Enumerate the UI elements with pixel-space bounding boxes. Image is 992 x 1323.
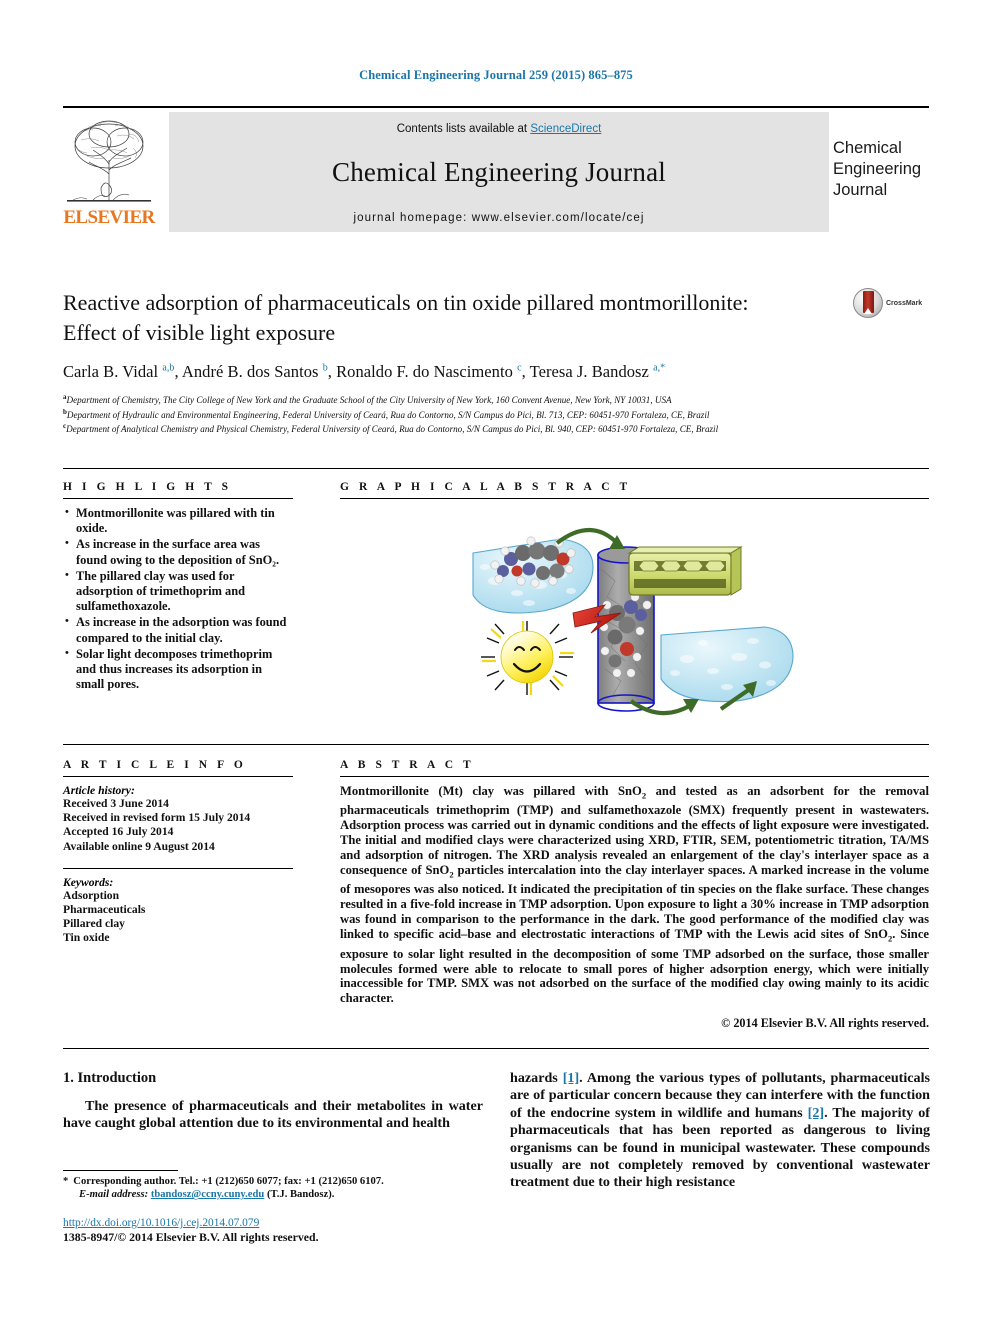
list-item: As increase in the adsorption was found … [65,614,293,645]
affiliation-c-text: Department of Analytical Chemistry and P… [66,424,719,435]
abstract-seg-1: Montmorillonite (Mt) clay was pillared w… [340,784,642,798]
divider-article-info [63,744,929,745]
divider-highlights [63,468,929,469]
issn-copyright-line: 1385-8947/© 2014 Elsevier B.V. All right… [63,1230,319,1244]
list-item: Montmorillonite was pillared with tin ox… [65,505,293,536]
author-list: Carla B. Vidal a,b, André B. dos Santos … [63,362,666,381]
keywords-rule [63,867,293,869]
crossmark-badge[interactable]: CrossMark [853,288,927,322]
keyword-item: Tin oxide [63,931,110,945]
sun-icon [480,621,574,695]
list-item: Solar light decomposes trimethoprim and … [65,646,293,693]
affiliation-list: aDepartment of Chemistry, The City Colle… [63,392,929,436]
affiliation-b-text: Department of Hydraulic and Environmenta… [66,409,710,420]
contents-prefix: Contents lists available at [396,123,531,135]
highlights-rule [63,498,293,499]
article-page: Chemical Engineering Journal 259 (2015) … [0,0,992,1323]
crossmark-icon [853,288,883,318]
highlight-text: Solar light decomposes trimethoprim and … [76,646,273,692]
history-received: Received 3 June 2014 [63,797,169,810]
abstract-section: A B S T R A C T Montmorillonite (Mt) cla… [340,759,929,1031]
graphical-abstract-rule [340,498,929,499]
highlights-list: Montmorillonite was pillared with tin ox… [63,505,293,693]
affiliation-b: bDepartment of Hydraulic and Environment… [63,407,929,422]
keywords-label: Keywords: [63,875,114,889]
title-block: Reactive adsorption of pharmaceuticals o… [63,288,929,436]
reference-link-1[interactable]: [1] [563,1070,579,1086]
article-info-heading: A R T I C L E I N F O [63,759,247,771]
highlights-section: H I G H L I G H T S Montmorillonite was … [63,481,293,693]
contents-lists-line: Contents lists available at ScienceDirec… [169,112,829,135]
graphical-abstract-section: G R A P H I C A L A B S T R A C T [340,481,929,724]
intro-paragraph-right: hazards [1]. Among the various types of … [510,1070,930,1192]
sciencedirect-link[interactable]: ScienceDirect [530,123,601,135]
elsevier-wordmark: ELSEVIER [63,207,155,228]
affil-marker: b [322,362,328,374]
history-accepted: Accepted 16 July 2014 [63,825,174,839]
journal-title: Chemical Engineering Journal [331,157,666,187]
elsevier-logo: ELSEVIER [63,112,155,232]
history-online: Available online 9 August 2014 [63,839,215,853]
running-head: Chemical Engineering Journal 259 (2015) … [359,68,633,82]
affiliation-c: cDepartment of Analytical Chemistry and … [63,421,929,436]
footnote-divider [63,1170,178,1171]
affiliation-a-text: Department of Chemistry, The City Colleg… [66,395,672,406]
highlight-text: As increase in the surface area was foun… [76,537,280,567]
abstract-rule [340,776,929,777]
journal-banner: Contents lists available at ScienceDirec… [169,112,829,232]
page-title: Reactive adsorption of pharmaceuticals o… [63,290,749,345]
affil-marker: c [517,362,522,374]
abstract-text: Montmorillonite (Mt) clay was pillared w… [340,784,929,1006]
email-link[interactable]: tbandosz@ccny.cuny.edu [151,1189,264,1200]
introduction-column-left: 1. Introduction The presence of pharmace… [63,1070,483,1133]
keyword-item: Pillared clay [63,917,125,931]
graphical-abstract-heading: G R A P H I C A L A B S T R A C T [340,481,631,493]
journal-masthead: ELSEVIER Contents lists available at Sci… [63,106,929,236]
journal-cover-thumbnail: Chemical Engineering Journal [833,139,922,199]
footnote-corresponding-line: * Corresponding author. Tel.: +1 (212)650… [63,1175,483,1188]
highlight-text: As increase in the adsorption was found … [76,615,287,645]
reference-link-2[interactable]: [2] [808,1105,824,1121]
keyword-item: Adsorption [63,888,120,902]
crossmark-label: CrossMark [886,299,923,307]
section-heading-introduction: 1. Introduction [63,1070,157,1086]
article-info-section: A R T I C L E I N F O Article history: R… [63,759,293,946]
affil-marker: a,b [162,362,175,374]
journal-homepage[interactable]: journal homepage: www.elsevier.com/locat… [169,212,829,224]
intro-paragraph-left: The presence of pharmaceuticals and thei… [63,1098,483,1132]
corresponding-author-footnote: * Corresponding author. Tel.: +1 (212)650… [63,1170,483,1202]
footnote-email-line: E-mail address: tbandosz@ccny.cuny.edu (… [63,1188,483,1201]
asterisk-icon: * [63,1176,69,1187]
footnote-corresponding-text: Corresponding author. Tel.: +1 (212)650 … [73,1176,384,1187]
email-address-label: E-mail address: [79,1189,149,1201]
highlight-text: Montmorillonite was pillared with tin ox… [76,506,275,536]
abstract-copyright: © 2014 Elsevier B.V. All rights reserved… [721,1016,929,1031]
introduction-column-right: hazards [1]. Among the various types of … [510,1070,930,1192]
doi-link[interactable]: http://dx.doi.org/10.1016/j.cej.2014.07.… [63,1217,493,1229]
highlight-text: The pillared clay was used for adsorptio… [76,568,245,614]
intro-seg-a: hazards [510,1070,563,1086]
graphical-abstract-figure [465,509,805,724]
elsevier-tree-icon [63,112,155,206]
clay-flake-right [659,626,794,703]
article-history-label: Article history: [63,784,135,797]
article-info-rule [63,776,293,777]
footer-doi-block: http://dx.doi.org/10.1016/j.cej.2014.07.… [63,1217,493,1245]
list-item: As increase in the surface area was foun… [65,536,293,567]
affil-marker: a,* [653,362,666,374]
abstract-heading: A B S T R A C T [340,759,475,771]
highlights-heading: H I G H L I G H T S [63,481,232,493]
keyword-item: Pharmaceuticals [63,903,146,917]
clay-flake-left [471,536,594,614]
divider-body [63,1048,929,1049]
affiliation-a: aDepartment of Chemistry, The City Colle… [63,392,929,407]
email-owner: (T.J. Bandosz). [266,1189,335,1201]
history-revised: Received in revised form 15 July 2014 [63,811,251,825]
list-item: The pillared clay was used for adsorptio… [65,568,293,615]
pillared-layer-block [626,546,743,596]
